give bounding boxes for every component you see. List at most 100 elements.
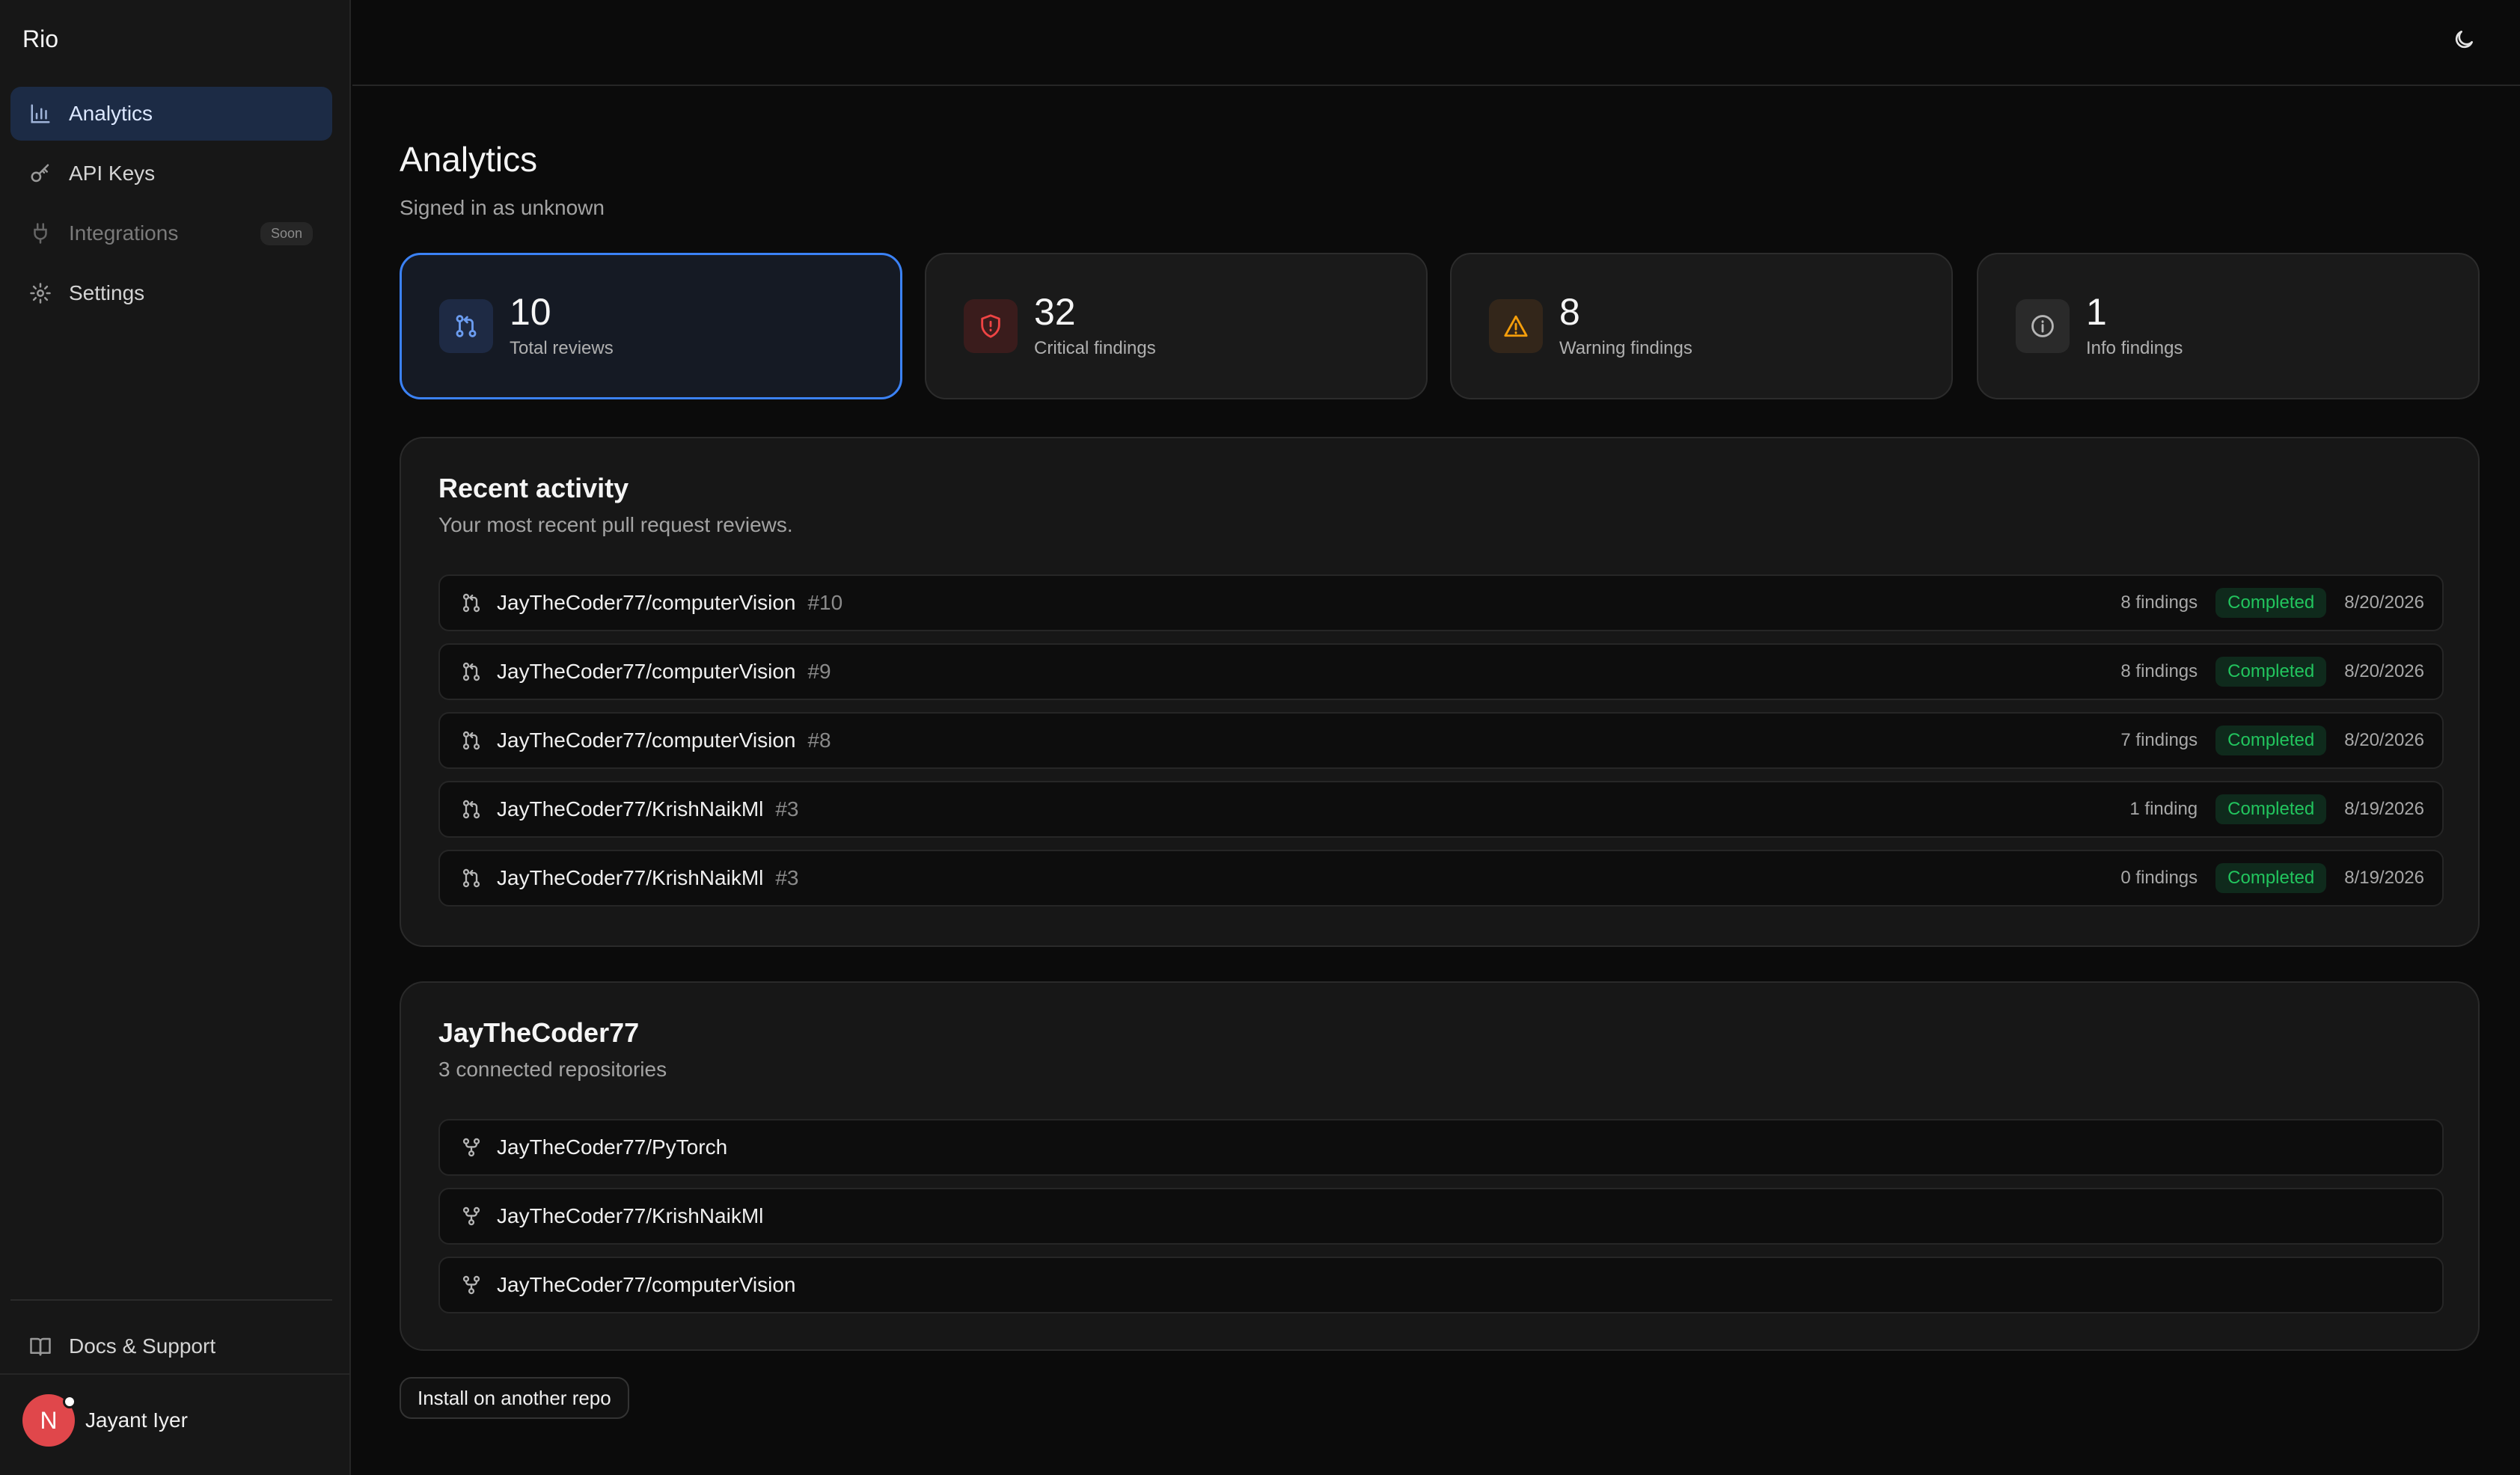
install-another-repo-button[interactable]: Install on another repo	[400, 1377, 629, 1419]
bar-chart-icon	[28, 102, 52, 126]
recent-activity-title: Recent activity	[438, 473, 629, 503]
stat-card-critical-findings[interactable]: 32 Critical findings	[925, 253, 1428, 399]
review-row[interactable]: JayTheCoder77/computerVision #10 8 findi…	[438, 574, 2444, 631]
info-icon	[2016, 299, 2070, 353]
stat-label: Warning findings	[1559, 338, 1692, 358]
sidebar-item-label: Docs & Support	[69, 1334, 216, 1358]
review-date: 8/20/2026	[2344, 730, 2424, 750]
sidebar-item-docs[interactable]: Docs & Support	[10, 1319, 332, 1373]
review-date: 8/20/2026	[2344, 592, 2424, 613]
moon-icon	[2452, 28, 2476, 55]
git-pull-request-icon	[459, 729, 483, 752]
findings-count: 0 findings	[2120, 868, 2198, 888]
status-badge: Completed	[2215, 863, 2327, 893]
findings-count: 8 findings	[2120, 661, 2198, 681]
status-badge: Completed	[2215, 657, 2327, 687]
sidebar-nav: Analytics API Keys Integrations Soon Set…	[10, 87, 332, 326]
sidebar: Rio Analytics API Keys Integrations Soon	[0, 0, 351, 1475]
review-row[interactable]: JayTheCoder77/KrishNaikMl #3 0 findings …	[438, 850, 2444, 907]
sidebar-item-integrations: Integrations Soon	[10, 206, 332, 260]
pr-number: #3	[775, 866, 799, 889]
status-badge: Completed	[2215, 794, 2327, 824]
repo-name: JayTheCoder77/KrishNaikMl	[497, 1204, 764, 1227]
sidebar-item-api-keys[interactable]: API Keys	[10, 147, 332, 200]
connected-repos-card: JayTheCoder77 3 connected repositories J…	[400, 981, 2480, 1351]
top-bar	[352, 0, 2520, 86]
repo-name: JayTheCoder77/computerVision	[497, 591, 796, 614]
recent-activity-subtitle: Your most recent pull request reviews.	[438, 513, 793, 536]
stat-card-warning-findings[interactable]: 8 Warning findings	[1450, 253, 1953, 399]
stat-label: Critical findings	[1034, 338, 1156, 358]
repo-row[interactable]: JayTheCoder77/KrishNaikMl	[438, 1188, 2444, 1245]
git-pull-request-icon	[459, 591, 483, 615]
status-badge: Completed	[2215, 726, 2327, 755]
review-date: 8/20/2026	[2344, 661, 2424, 681]
key-icon	[28, 162, 52, 185]
recent-activity-list: JayTheCoder77/computerVision #10 8 findi…	[438, 574, 2444, 919]
user-menu[interactable]: N Jayant Iyer	[22, 1394, 188, 1447]
gear-icon	[28, 281, 52, 305]
git-fork-icon	[459, 1135, 483, 1159]
stat-card-total-reviews[interactable]: 10 Total reviews	[400, 253, 902, 399]
warning-triangle-icon	[1489, 299, 1543, 353]
review-row[interactable]: JayTheCoder77/computerVision #8 7 findin…	[438, 712, 2444, 769]
git-fork-icon	[459, 1204, 483, 1228]
findings-count: 1 finding	[2129, 799, 2198, 819]
repo-name: JayTheCoder77/computerVision	[497, 660, 796, 683]
soon-badge: Soon	[260, 221, 313, 245]
plug-icon	[28, 221, 52, 245]
findings-count: 8 findings	[2120, 592, 2198, 613]
repo-row[interactable]: JayTheCoder77/computerVision	[438, 1257, 2444, 1313]
docs-section: Docs & Support	[10, 1319, 332, 1379]
brand-logo[interactable]: Rio	[22, 25, 58, 53]
repos-count: 3 connected repositories	[438, 1058, 667, 1081]
main-content: Analytics Signed in as unknown 10 Total …	[400, 139, 2480, 1419]
sidebar-item-label: Integrations	[69, 221, 179, 245]
pr-number: #10	[807, 591, 843, 614]
repo-name: JayTheCoder77/KrishNaikMl	[497, 866, 764, 889]
account-title: JayTheCoder77	[438, 1017, 640, 1048]
sidebar-item-label: Settings	[69, 281, 145, 304]
avatar-initial: N	[40, 1406, 58, 1434]
page-subtitle: Signed in as unknown	[400, 196, 605, 219]
git-fork-icon	[459, 1273, 483, 1297]
git-pull-request-icon	[439, 299, 493, 353]
repo-name: JayTheCoder77/PyTorch	[497, 1135, 728, 1159]
git-pull-request-icon	[459, 660, 483, 684]
sidebar-item-label: Analytics	[69, 102, 153, 125]
stat-label: Info findings	[2086, 338, 2183, 358]
sidebar-item-settings[interactable]: Settings	[10, 266, 332, 320]
repo-name: JayTheCoder77/computerVision	[497, 1273, 796, 1296]
review-row[interactable]: JayTheCoder77/computerVision #9 8 findin…	[438, 643, 2444, 700]
stat-label: Total reviews	[510, 338, 614, 358]
book-icon	[28, 1334, 52, 1358]
recent-activity-card: Recent activity Your most recent pull re…	[400, 437, 2480, 947]
repo-name: JayTheCoder77/KrishNaikMl	[497, 797, 764, 821]
page-title: Analytics	[400, 140, 538, 179]
findings-count: 7 findings	[2120, 730, 2198, 750]
theme-toggle-button[interactable]	[2445, 22, 2483, 60]
repo-row[interactable]: JayTheCoder77/PyTorch	[438, 1119, 2444, 1176]
status-dot	[63, 1395, 76, 1408]
pr-number: #9	[807, 660, 831, 683]
status-badge: Completed	[2215, 588, 2327, 618]
user-name: Jayant Iyer	[85, 1408, 188, 1432]
shield-icon	[964, 299, 1018, 353]
pr-number: #3	[775, 797, 799, 821]
review-row[interactable]: JayTheCoder77/KrishNaikMl #3 1 finding C…	[438, 781, 2444, 838]
avatar[interactable]: N	[22, 1394, 76, 1447]
user-divider	[0, 1373, 351, 1375]
pr-number: #8	[807, 729, 831, 752]
stat-value: 1	[2086, 291, 2107, 333]
git-pull-request-icon	[459, 866, 483, 890]
repo-name: JayTheCoder77/computerVision	[497, 729, 796, 752]
sidebar-divider	[10, 1299, 332, 1301]
repos-list: JayTheCoder77/PyTorch JayTheCoder77/Kris…	[438, 1119, 2444, 1325]
git-pull-request-icon	[459, 797, 483, 821]
stat-value: 10	[510, 291, 551, 333]
stat-value: 32	[1034, 291, 1076, 333]
stats-row: 10 Total reviews 32 Critical findings 8 …	[400, 253, 2480, 399]
review-date: 8/19/2026	[2344, 868, 2424, 888]
sidebar-item-analytics[interactable]: Analytics	[10, 87, 332, 141]
stat-card-info-findings[interactable]: 1 Info findings	[1977, 253, 2480, 399]
